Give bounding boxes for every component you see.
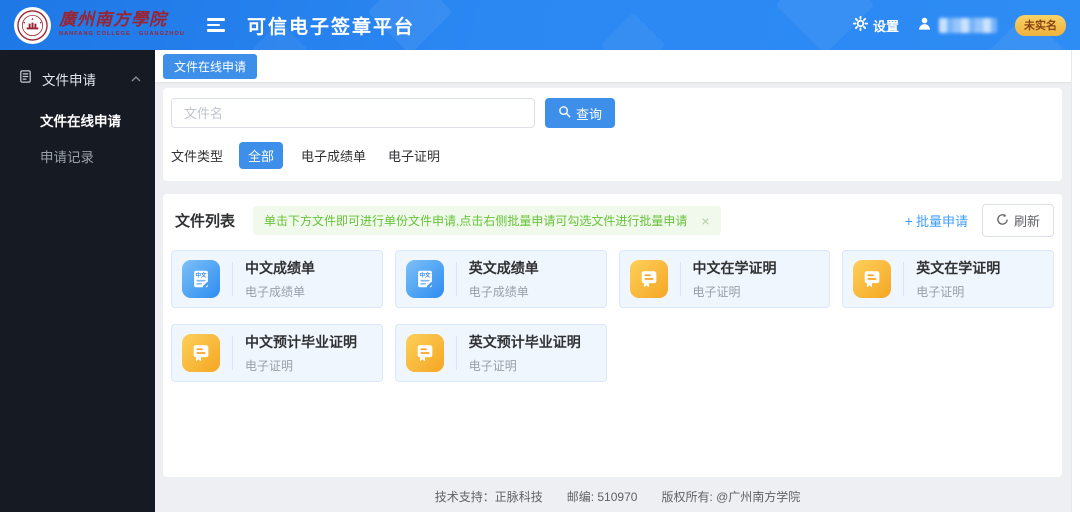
footer-support: 技术支持：正脉科技 <box>434 490 543 504</box>
file-card-title: 英文成绩单 <box>468 260 539 276</box>
content: 查询 文件类型 全部 电子成绩单 电子证明 文件列表 单击下方文件即可进行单份文… <box>155 82 1080 481</box>
user-icon <box>917 16 932 34</box>
file-card-cn-expected-graduation[interactable]: 中文预计毕业证明 电子证明 <box>171 324 383 382</box>
certificate-icon <box>629 260 668 298</box>
divider <box>232 262 233 296</box>
chevron-up-icon <box>131 76 141 82</box>
tab-bar: 文件在线申请 <box>155 50 1080 82</box>
file-card-en-enrollment[interactable]: 英文在学证明 电子证明 <box>842 250 1054 308</box>
file-card-title: 中文预计毕业证明 <box>245 334 357 350</box>
filename-input[interactable] <box>171 98 535 128</box>
file-card-type: 电子证明 <box>916 285 965 299</box>
menu-toggle-icon[interactable] <box>206 18 225 32</box>
svg-text:中文: 中文 <box>195 271 207 279</box>
refresh-label: 刷新 <box>1013 214 1040 229</box>
refresh-button[interactable]: 刷新 <box>981 204 1054 237</box>
batch-apply-label: 批量申请 <box>915 214 968 229</box>
sidebar-group-file-apply[interactable]: 文件申请 <box>0 58 155 100</box>
file-card-en-expected-graduation[interactable]: 英文预计毕业证明 电子证明 <box>394 324 607 382</box>
sidebar-item-online-apply[interactable]: 文件在线申请 <box>0 104 155 140</box>
refresh-icon <box>996 213 1009 229</box>
plus-icon: + <box>904 212 913 229</box>
file-card-title: 中文成绩单 <box>245 260 315 276</box>
footer-copyright: 版权所有: @广州南方学院 <box>661 490 801 504</box>
header-decoration <box>600 12 666 50</box>
page-footer: 技术支持：正脉科技 邮编: 510970 版权所有: @广州南方学院 <box>155 481 1080 512</box>
settings-button[interactable]: 设置 <box>852 16 899 35</box>
divider <box>903 262 905 296</box>
realname-status-badge[interactable]: 未实名 <box>1015 14 1066 36</box>
svg-text:中文: 中文 <box>419 271 431 279</box>
main-area: 文件在线申请 查询 <box>155 50 1080 512</box>
divider <box>679 262 681 296</box>
query-button[interactable]: 查询 <box>545 98 616 128</box>
query-button-label: 查询 <box>576 106 603 122</box>
file-card-title: 英文在学证明 <box>916 260 1001 276</box>
scrollbar-track[interactable] <box>1071 50 1080 512</box>
school-logo: 廣州南方學院 NANFANG COLLEGE · GUANGZHOU <box>14 6 185 44</box>
batch-apply-button[interactable]: + 批量申请 <box>905 211 968 230</box>
notice-alert: 单击下方文件即可进行单份文件申请,点击右侧批量申请可勾选文件进行批量申请 × <box>253 206 721 235</box>
filter-option-all[interactable]: 全部 <box>239 142 284 169</box>
school-subtitle: NANFANG COLLEGE · GUANGZHOU <box>59 31 185 38</box>
file-card-en-transcript[interactable]: 中文 英文成绩单 电子成绩单 <box>394 250 607 308</box>
filter-option-transcript[interactable]: 电子成绩单 <box>301 146 366 165</box>
page-title: 可信电子签章平台 <box>246 16 415 38</box>
school-seal-icon <box>14 6 51 44</box>
file-card-grid: 中文 中文成绩单 电子成绩单 中文 英文成绩单 电子成绩单 中文在学证明 电子证… <box>171 250 1054 382</box>
search-icon <box>558 105 571 121</box>
notice-text: 单击下方文件即可进行单份文件申请,点击右侧批量申请可勾选文件进行批量申请 <box>264 214 688 228</box>
certificate-icon <box>182 334 220 372</box>
username-redacted <box>939 17 997 33</box>
gear-icon <box>852 16 868 34</box>
sidebar-group-label: 文件申请 <box>42 73 96 88</box>
file-card-type: 电子证明 <box>245 359 294 373</box>
file-card-title: 中文在学证明 <box>692 260 777 276</box>
settings-label: 设置 <box>872 18 899 34</box>
file-card-cn-enrollment[interactable]: 中文在学证明 电子证明 <box>618 250 831 308</box>
file-list-title: 文件列表 <box>175 213 236 230</box>
sidebar-item-apply-records[interactable]: 申请记录 <box>0 140 155 176</box>
certificate-icon <box>853 260 892 298</box>
footer-postcode: 邮编: 510970 <box>566 490 638 504</box>
file-card-type: 电子成绩单 <box>468 285 529 299</box>
file-list-panel: 文件列表 单击下方文件即可进行单份文件申请,点击右侧批量申请可勾选文件进行批量申… <box>163 194 1062 477</box>
file-card-title: 英文预计毕业证明 <box>468 334 581 350</box>
user-account[interactable] <box>917 16 997 34</box>
transcript-icon: 中文 <box>405 260 444 298</box>
file-card-cn-transcript[interactable]: 中文 中文成绩单 电子成绩单 <box>171 250 383 308</box>
divider <box>455 262 457 296</box>
document-icon <box>18 69 33 89</box>
school-name: 廣州南方學院 <box>59 10 167 31</box>
filter-option-certificate[interactable]: 电子证明 <box>388 146 440 165</box>
tab-online-apply[interactable]: 文件在线申请 <box>163 53 258 79</box>
transcript-icon: 中文 <box>182 260 220 298</box>
certificate-icon <box>405 334 444 372</box>
sidebar: 文件申请 文件在线申请 申请记录 <box>0 50 155 512</box>
search-panel: 查询 文件类型 全部 电子成绩单 电子证明 <box>163 88 1062 181</box>
app-window: 廣州南方學院 NANFANG COLLEGE · GUANGZHOU 可信电子签… <box>0 0 1080 512</box>
file-card-type: 电子证明 <box>468 359 517 373</box>
file-card-type: 电子成绩单 <box>245 285 306 299</box>
top-header: 廣州南方學院 NANFANG COLLEGE · GUANGZHOU 可信电子签… <box>0 0 1080 50</box>
divider <box>232 336 233 370</box>
close-icon[interactable]: × <box>701 214 709 228</box>
filter-label: 文件类型 <box>171 149 224 164</box>
file-card-type: 电子证明 <box>692 285 741 299</box>
divider <box>455 336 457 370</box>
